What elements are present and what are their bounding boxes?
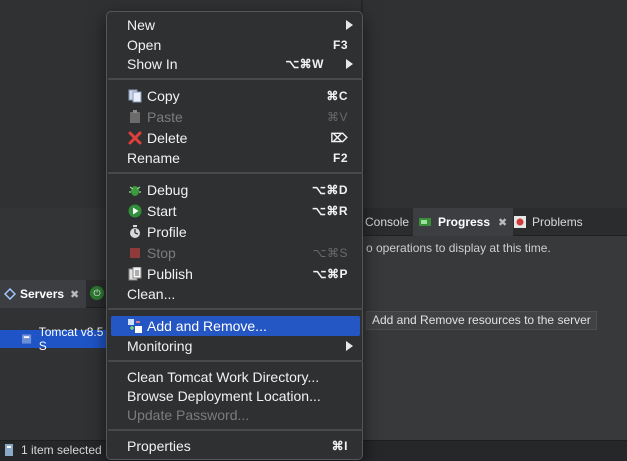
shortcut: ⌘C — [326, 89, 348, 103]
menu-item-publish[interactable]: Publish ⌥⌘P — [111, 264, 360, 284]
tomcat-server-icon — [22, 334, 32, 344]
server-row-tomcat[interactable]: Tomcat v8.5 S — [0, 325, 108, 353]
menu-item-add-and-remove[interactable]: Add and Remove... — [111, 316, 360, 336]
add-remove-tooltip: Add and Remove resources to the server — [366, 311, 597, 330]
shortcut: F3 — [332, 38, 348, 52]
menu-separator — [108, 172, 363, 174]
progress-icon — [419, 218, 431, 226]
shortcut: ⌥⌘W — [285, 57, 324, 71]
close-tab-icon[interactable]: ✖ — [70, 288, 79, 301]
menu-item-new[interactable]: New — [111, 15, 360, 35]
copy-icon — [128, 89, 142, 103]
menu-separator — [108, 78, 363, 80]
paste-icon — [130, 110, 140, 123]
menu-item-open[interactable]: Open F3 — [111, 35, 360, 55]
menu-item-clean[interactable]: Clean... — [111, 284, 360, 304]
start-server-icon[interactable]: ⏻ — [90, 286, 104, 300]
menu-item-debug[interactable]: Debug ⌥⌘D — [111, 180, 360, 200]
context-menu: New Open F3 Show In ⌥⌘W Copy ⌘C Paste ⌘V… — [106, 11, 363, 460]
menu-item-rename[interactable]: Rename F2 — [111, 148, 360, 168]
problems-icon — [514, 216, 526, 228]
right-tab-bar: Console Progress ✖ Problems — [361, 208, 627, 236]
menu-item-update-password[interactable]: Update Password... — [111, 405, 360, 425]
tab-servers[interactable]: Servers ✖ — [0, 280, 86, 308]
menu-separator — [108, 308, 363, 310]
menu-item-paste[interactable]: Paste ⌘V — [111, 107, 360, 127]
close-tab-icon[interactable]: ✖ — [498, 216, 507, 229]
stop-icon — [130, 248, 140, 258]
add-remove-icon — [128, 319, 142, 333]
menu-item-properties[interactable]: Properties ⌘I — [111, 436, 360, 456]
shortcut: ⌘I — [331, 439, 348, 453]
menu-item-profile[interactable]: Profile — [111, 222, 360, 242]
menu-separator — [108, 360, 363, 362]
tab-progress[interactable]: Progress ✖ — [413, 208, 514, 236]
shortcut: F2 — [332, 151, 348, 165]
menu-item-clean-work-directory[interactable]: Clean Tomcat Work Directory... — [111, 367, 360, 387]
servers-icon — [4, 288, 16, 300]
shortcut: ⌦ — [330, 131, 348, 145]
menu-item-copy[interactable]: Copy ⌘C — [111, 86, 360, 106]
debug-icon — [129, 186, 141, 196]
menu-item-delete[interactable]: Delete ⌦ — [111, 128, 360, 148]
menu-item-start[interactable]: Start ⌥⌘R — [111, 201, 360, 221]
status-message: 1 item selected — [4, 443, 102, 457]
profile-icon — [130, 225, 140, 238]
delete-icon — [128, 131, 142, 145]
tab-console[interactable]: Console — [365, 208, 409, 236]
shortcut: ⌥⌘R — [312, 204, 348, 218]
menu-item-show-in[interactable]: Show In ⌥⌘W — [111, 54, 360, 74]
server-status-icon — [5, 444, 13, 456]
progress-message: o operations to display at this time. — [366, 241, 551, 255]
start-icon — [128, 204, 142, 218]
submenu-arrow-icon — [346, 341, 353, 351]
menu-separator — [108, 429, 363, 431]
submenu-arrow-icon — [346, 20, 353, 30]
shortcut: ⌥⌘S — [312, 246, 348, 260]
shortcut: ⌘V — [326, 110, 348, 124]
menu-item-monitoring[interactable]: Monitoring — [111, 336, 360, 356]
tab-problems[interactable]: Problems — [513, 208, 583, 236]
shortcut: ⌥⌘D — [312, 183, 348, 197]
menu-item-browse-deployment[interactable]: Browse Deployment Location... — [111, 386, 360, 406]
shortcut: ⌥⌘P — [312, 267, 348, 281]
submenu-arrow-icon — [346, 59, 353, 69]
menu-item-stop[interactable]: Stop ⌥⌘S — [111, 243, 360, 263]
publish-icon — [128, 267, 142, 281]
